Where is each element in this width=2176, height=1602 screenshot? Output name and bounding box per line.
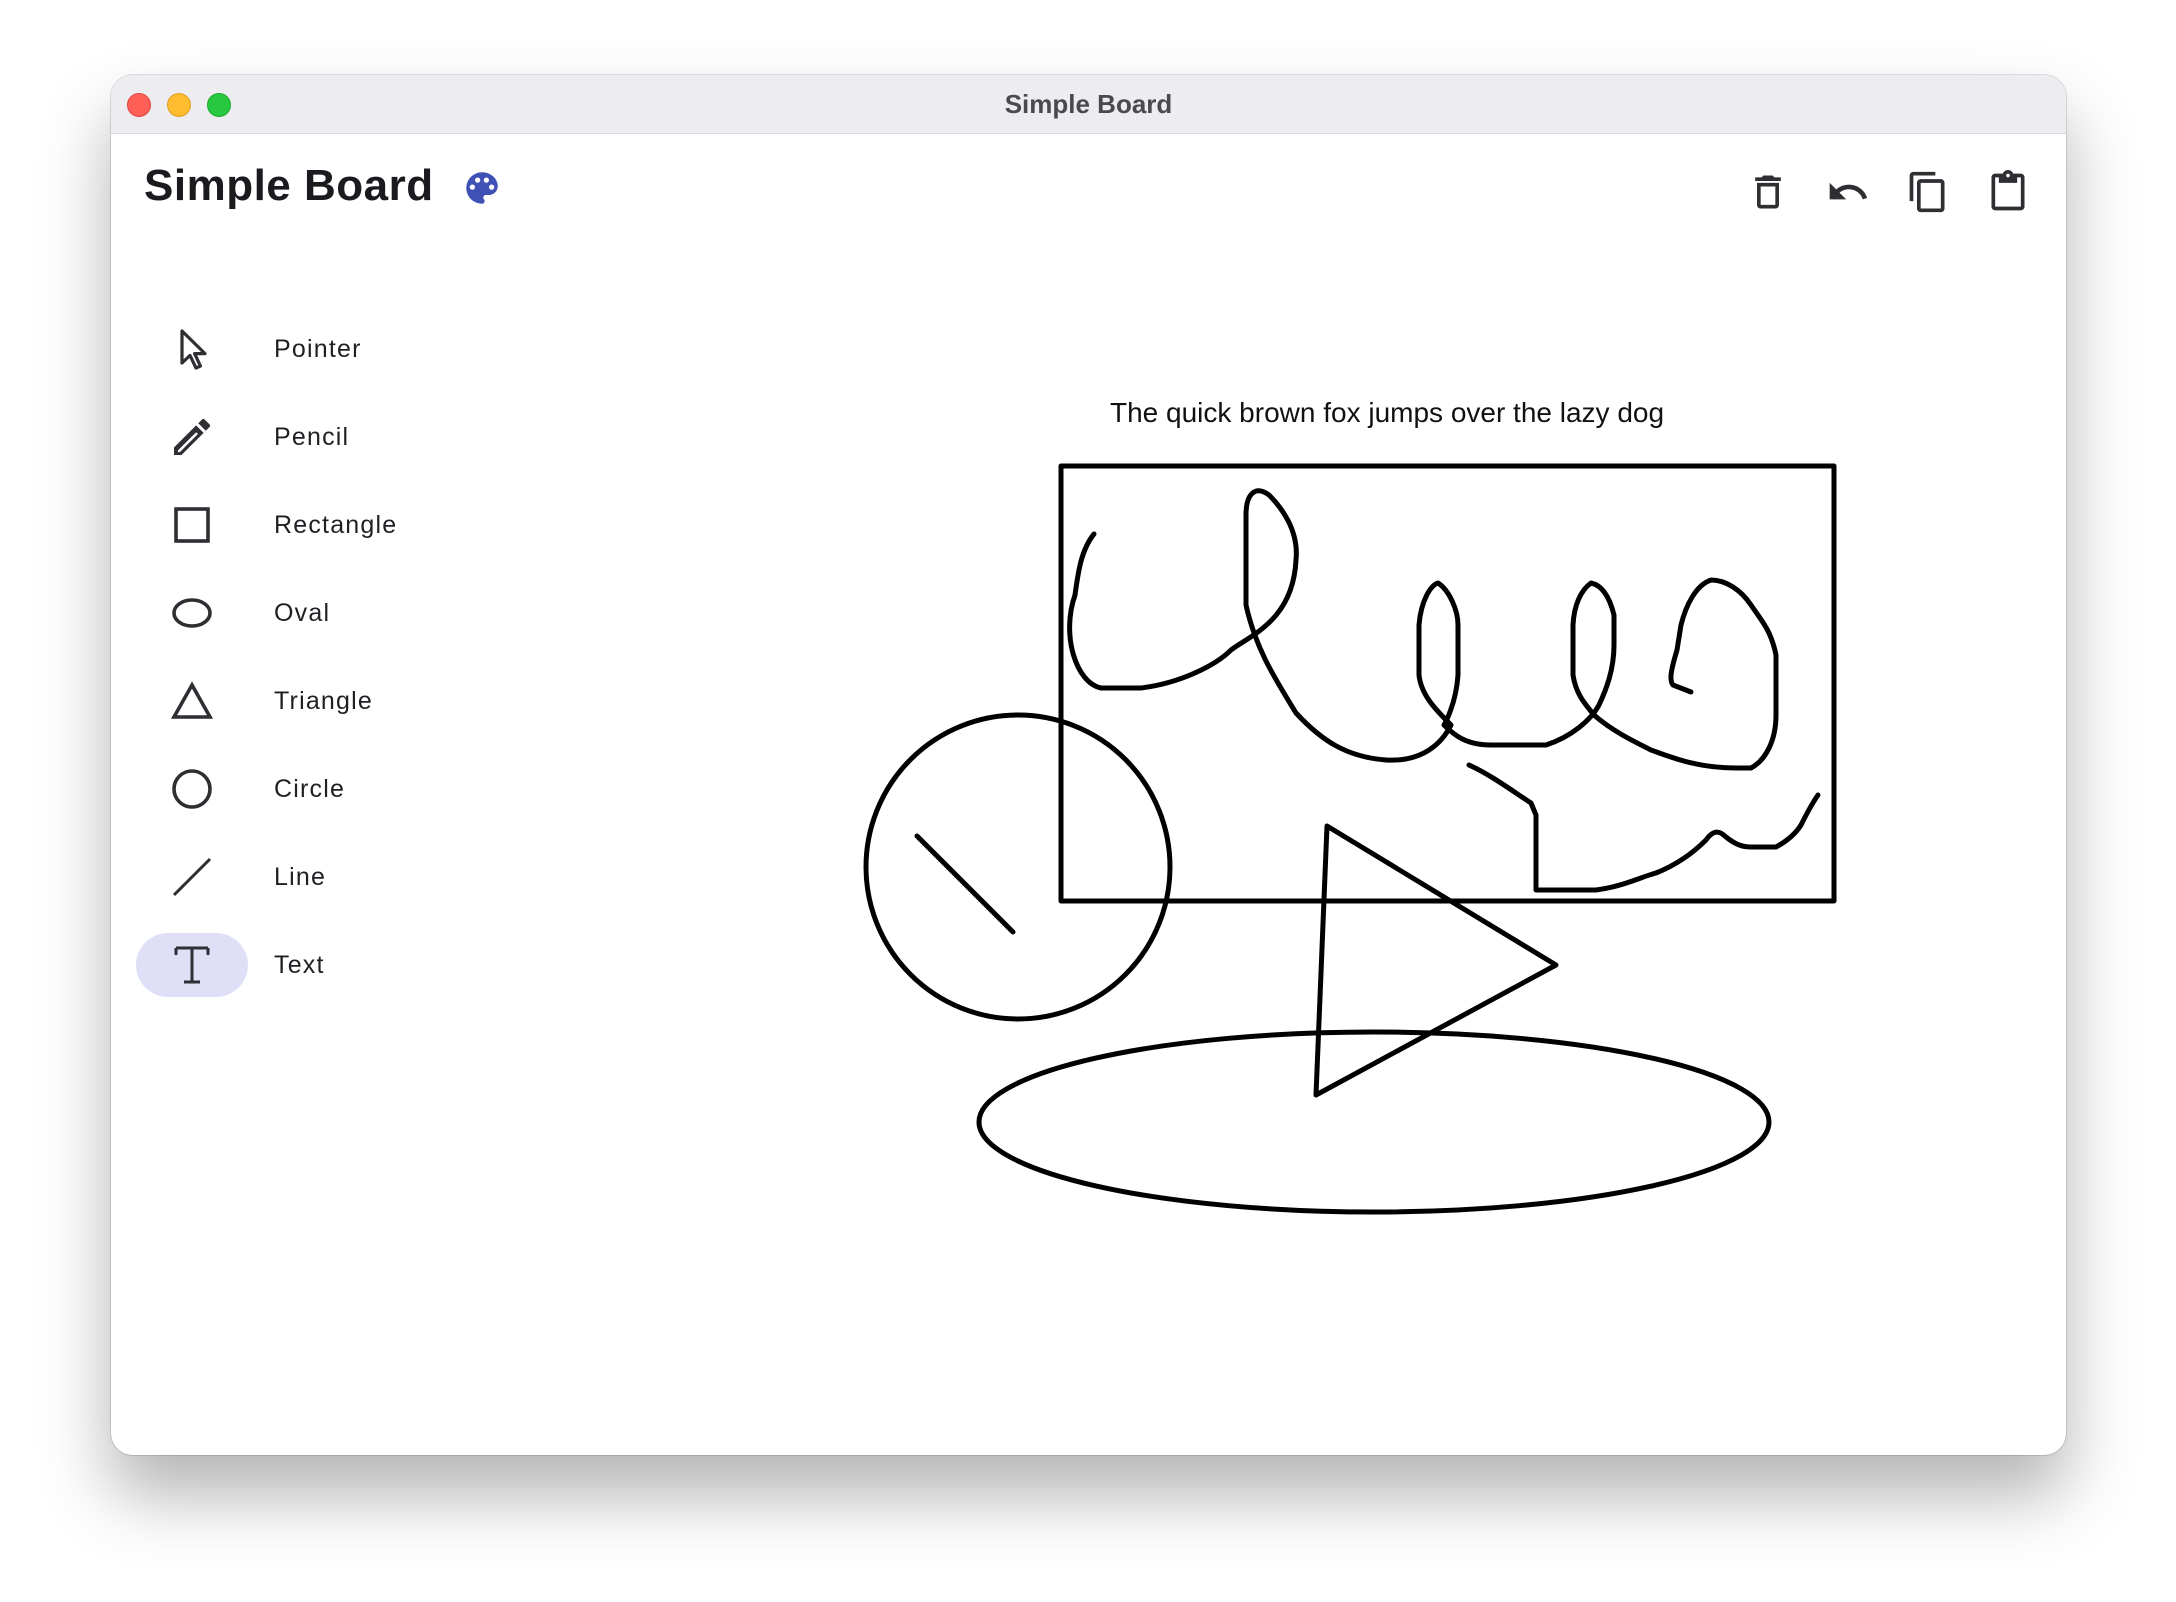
canvas-oval[interactable] bbox=[976, 1029, 1772, 1215]
canvas-triangle[interactable] bbox=[1313, 823, 1559, 1098]
tool-label: Pencil bbox=[274, 422, 350, 451]
tool-label: Rectangle bbox=[274, 510, 398, 539]
undo-button[interactable] bbox=[1808, 161, 1888, 223]
copy-button[interactable] bbox=[1888, 161, 1968, 223]
paste-button[interactable] bbox=[1968, 161, 2048, 223]
line-icon bbox=[172, 857, 212, 897]
canvas-freehand-stroke[interactable] bbox=[1067, 488, 1779, 771]
triangle-icon bbox=[170, 681, 214, 719]
palette-icon[interactable] bbox=[461, 167, 503, 209]
tool-rectangle[interactable]: Rectangle bbox=[136, 481, 536, 569]
canvas-line[interactable] bbox=[914, 833, 1016, 935]
delete-button[interactable] bbox=[1728, 161, 1808, 223]
text-icon bbox=[174, 946, 210, 984]
tool-label: Circle bbox=[274, 774, 346, 803]
tool-circle[interactable]: Circle bbox=[136, 745, 536, 833]
canvas-freehand-stroke[interactable] bbox=[1466, 762, 1821, 893]
clipboard-icon bbox=[1991, 170, 2025, 211]
tool-text[interactable]: Text bbox=[136, 921, 536, 1009]
tool-triangle[interactable]: Triangle bbox=[136, 657, 536, 745]
top-actions bbox=[1728, 161, 2048, 223]
tool-oval[interactable]: Oval bbox=[136, 569, 536, 657]
tool-label: Line bbox=[274, 862, 327, 891]
oval-icon bbox=[172, 598, 212, 628]
app-title: Simple Board bbox=[144, 161, 434, 210]
tool-label: Text bbox=[274, 950, 325, 979]
tool-pointer[interactable]: Pointer bbox=[136, 305, 536, 393]
title-bar[interactable]: Simple Board bbox=[111, 75, 2066, 134]
tool-label: Triangle bbox=[274, 686, 373, 715]
tool-sidebar: Pointer Pencil Rectangle Oval Triangle C… bbox=[136, 305, 536, 1009]
circle-icon bbox=[172, 769, 212, 809]
tool-label: Oval bbox=[274, 598, 331, 627]
canvas-circle[interactable] bbox=[863, 712, 1173, 1022]
tool-label: Pointer bbox=[274, 334, 362, 363]
pencil-icon bbox=[174, 418, 211, 455]
trash-icon bbox=[1755, 175, 1781, 209]
page: Simple Board Simple Board Pointer Pencil… bbox=[0, 0, 2176, 1602]
window-title: Simple Board bbox=[1004, 89, 1173, 119]
tool-pencil[interactable]: Pencil bbox=[136, 393, 536, 481]
canvas-rectangle[interactable] bbox=[1058, 463, 1837, 904]
tool-line[interactable]: Line bbox=[136, 833, 536, 921]
canvas-shapes bbox=[863, 463, 1837, 1215]
rectangle-icon bbox=[174, 507, 210, 543]
selected-tool-highlight bbox=[136, 933, 248, 997]
undo-icon bbox=[1829, 182, 1868, 200]
copy-icon bbox=[1909, 171, 1945, 213]
pointer-icon bbox=[180, 329, 207, 370]
drawing-canvas[interactable]: The quick brown fox jumps over the lazy … bbox=[551, 305, 2051, 1435]
app-window: Simple Board Simple Board Pointer Pencil… bbox=[111, 75, 2066, 1455]
